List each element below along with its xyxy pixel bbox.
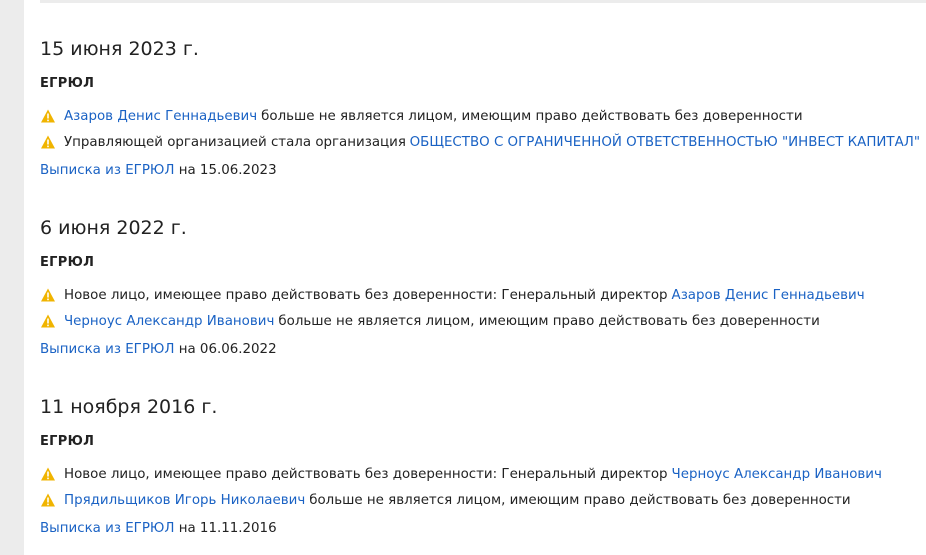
warning-icon bbox=[41, 493, 55, 507]
event-item: Новое лицо, имеющее право действовать бе… bbox=[40, 282, 920, 308]
history-entry: 15 июня 2023 г. ЕГРЮЛ Азаров Денис Генна… bbox=[40, 36, 920, 181]
warning-icon bbox=[41, 288, 55, 302]
extract-row: Выписка из ЕГРЮЛ на 15.06.2023 bbox=[40, 161, 920, 181]
person-link[interactable]: Черноус Александр Иванович bbox=[672, 467, 882, 482]
extract-row: Выписка из ЕГРЮЛ на 06.06.2022 bbox=[40, 340, 920, 360]
person-link[interactable]: Азаров Денис Геннадьевич bbox=[64, 109, 257, 124]
event-item: Азаров Денис Геннадьевич больше не являе… bbox=[40, 103, 920, 129]
extract-link[interactable]: Выписка из ЕГРЮЛ bbox=[40, 163, 174, 178]
top-divider bbox=[40, 0, 926, 3]
history-entry: 6 июня 2022 г. ЕГРЮЛ Новое лицо, имеющее… bbox=[40, 215, 920, 360]
event-text: больше не является лицом, имеющим право … bbox=[278, 313, 820, 329]
warning-icon bbox=[41, 109, 55, 123]
event-text: Новое лицо, имеющее право действовать бе… bbox=[64, 287, 668, 303]
warning-icon bbox=[41, 467, 55, 481]
extract-row: Выписка из ЕГРЮЛ на 11.11.2016 bbox=[40, 519, 920, 539]
event-text: больше не является лицом, имеющим право … bbox=[261, 108, 803, 124]
organization-link[interactable]: ОБЩЕСТВО С ОГРАНИЧЕННОЙ ОТВЕТСТВЕННОСТЬЮ… bbox=[410, 135, 920, 150]
event-item: Прядильщиков Игорь Николаевич больше не … bbox=[40, 487, 920, 513]
person-link[interactable]: Черноус Александр Иванович bbox=[64, 314, 274, 329]
event-item: Новое лицо, имеющее право действовать бе… bbox=[40, 461, 920, 487]
entry-date: 11 ноября 2016 г. bbox=[40, 396, 218, 418]
warning-icon bbox=[41, 135, 55, 149]
extract-date: на 06.06.2022 bbox=[178, 342, 277, 357]
entry-date: 15 июня 2023 г. bbox=[40, 38, 199, 60]
entry-source: ЕГРЮЛ bbox=[40, 434, 95, 449]
entry-source: ЕГРЮЛ bbox=[40, 76, 95, 91]
history-entry: 11 ноября 2016 г. ЕГРЮЛ Новое лицо, имею… bbox=[40, 394, 920, 539]
entry-source: ЕГРЮЛ bbox=[40, 255, 95, 270]
person-link[interactable]: Азаров Денис Геннадьевич bbox=[672, 288, 865, 303]
event-text: Новое лицо, имеющее право действовать бе… bbox=[64, 466, 668, 482]
warning-icon bbox=[41, 314, 55, 328]
event-item: Черноус Александр Иванович больше не явл… bbox=[40, 308, 920, 334]
extract-link[interactable]: Выписка из ЕГРЮЛ bbox=[40, 342, 174, 357]
extract-date: на 11.11.2016 bbox=[178, 521, 277, 536]
person-link[interactable]: Прядильщиков Игорь Николаевич bbox=[64, 493, 305, 508]
event-item: Управляющей организацией стала организац… bbox=[40, 129, 920, 155]
entry-date: 6 июня 2022 г. bbox=[40, 217, 187, 239]
extract-date: на 15.06.2023 bbox=[178, 163, 277, 178]
extract-link[interactable]: Выписка из ЕГРЮЛ bbox=[40, 521, 174, 536]
event-text: больше не является лицом, имеющим право … bbox=[309, 492, 851, 508]
event-text: Управляющей организацией стала организац… bbox=[64, 134, 406, 150]
